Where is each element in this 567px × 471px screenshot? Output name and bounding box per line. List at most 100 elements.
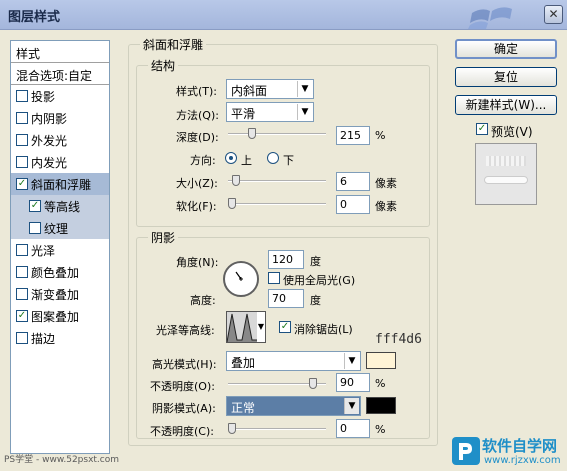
style-item[interactable]: 光泽 [11, 239, 109, 261]
global-light-checkbox[interactable] [268, 272, 280, 284]
title-bar: 图层样式 ✕ [0, 0, 567, 30]
style-item-label: 渐变叠加 [31, 287, 80, 302]
highlight-opacity-thumb[interactable] [309, 378, 317, 389]
depth-label: 深度(D): [176, 131, 219, 144]
technique-label: 方法(Q): [176, 109, 219, 122]
new-style-button[interactable]: 新建样式(W)... [455, 95, 557, 115]
shadow-opacity-input[interactable]: 0 [336, 419, 370, 438]
style-item-label: 图案叠加 [31, 309, 80, 324]
altitude-input[interactable]: 70 [268, 289, 304, 308]
ok-button[interactable]: 确定 [455, 39, 557, 59]
windows-logo-icon [468, 7, 512, 29]
style-item-label: 纹理 [44, 221, 69, 236]
chevron-down-icon: ▼ [344, 398, 359, 414]
style-item[interactable]: 颜色叠加 [11, 261, 109, 283]
direction-label: 方向: [190, 154, 216, 167]
style-item-label: 投影 [31, 89, 56, 104]
shadow-color-swatch[interactable] [366, 397, 396, 414]
style-item[interactable]: 外发光 [11, 129, 109, 151]
style-item-checkbox[interactable]: ✓ [29, 200, 41, 212]
depth-unit: % [375, 129, 386, 142]
depth-input[interactable]: 215 [336, 126, 370, 145]
chevron-down-icon: ▼ [297, 81, 312, 97]
dialog-body: 样式 混合选项:自定 投影 内阴影 外发光 内发光 ✓ 斜面和浮雕 ✓ 等高线 纹理 光泽 颜色叠加… [0, 30, 567, 471]
size-unit: 像素 [375, 177, 397, 190]
highlight-color-swatch[interactable] [366, 352, 396, 369]
soften-input[interactable]: 0 [336, 195, 370, 214]
technique-select[interactable]: 平滑 ▼ [226, 102, 314, 122]
soften-unit: 像素 [375, 200, 397, 213]
right-watermark-brand: 软件自学网 [482, 437, 558, 455]
style-item-checkbox[interactable] [16, 156, 28, 168]
shadow-mode-label: 阴影模式(A): [152, 402, 216, 415]
direction-down-radio[interactable] [267, 152, 279, 164]
altitude-unit: 度 [310, 294, 321, 307]
style-item[interactable]: ✓ 等高线 [11, 195, 109, 217]
style-item[interactable]: ✓ 斜面和浮雕 [11, 173, 109, 195]
gloss-contour-picker[interactable]: ▼ [226, 311, 266, 343]
preview-thumbnail [475, 143, 537, 205]
angle-unit: 度 [310, 255, 321, 268]
size-input[interactable]: 6 [336, 172, 370, 191]
shadow-mode-value: 正常 [231, 401, 256, 415]
size-slider-thumb[interactable] [232, 175, 240, 186]
highlight-opacity-input[interactable]: 90 [336, 373, 370, 392]
style-item[interactable]: ✓ 图案叠加 [11, 305, 109, 327]
left-watermark: PS学堂 - www.52psxt.com [4, 455, 120, 465]
style-item-checkbox[interactable] [16, 332, 28, 344]
style-item-checkbox[interactable] [16, 244, 28, 256]
style-item[interactable]: 内发光 [11, 151, 109, 173]
structure-title: 结构 [148, 57, 179, 74]
depth-slider-thumb[interactable] [248, 128, 256, 139]
style-item-checkbox[interactable] [16, 112, 28, 124]
shadow-opacity-slider[interactable] [228, 423, 326, 435]
direction-up-radio[interactable] [225, 152, 237, 164]
direction-up-label: 上 [241, 154, 252, 167]
style-item[interactable]: 描边 [11, 327, 109, 349]
highlight-opacity-label: 不透明度(O): [150, 380, 215, 393]
depth-slider[interactable] [228, 128, 326, 140]
angle-needle-icon [235, 271, 243, 281]
preview-checkbox[interactable]: ✓ [476, 123, 488, 135]
gloss-contour-label: 光泽等高线: [156, 324, 215, 337]
reset-button[interactable]: 复位 [455, 67, 557, 87]
highlight-mode-value: 叠加 [231, 356, 256, 370]
style-item[interactable]: 投影 [11, 85, 109, 107]
chevron-down-icon: ▼ [344, 353, 359, 369]
shading-title: 阴影 [148, 229, 179, 246]
highlight-mode-select[interactable]: 叠加 ▼ [226, 351, 361, 371]
style-item[interactable]: 纹理 [11, 217, 109, 239]
global-light-label: 使用全局光(G) [283, 274, 356, 287]
angle-dial[interactable] [223, 261, 259, 297]
style-item-checkbox[interactable] [16, 134, 28, 146]
chevron-down-icon: ▼ [257, 322, 264, 331]
blending-options-item[interactable]: 混合选项:自定 [11, 63, 109, 85]
style-item-label: 等高线 [44, 199, 81, 214]
style-item-checkbox[interactable] [16, 90, 28, 102]
style-item-checkbox[interactable]: ✓ [16, 178, 28, 190]
style-item-checkbox[interactable] [29, 222, 41, 234]
style-item-checkbox[interactable]: ✓ [16, 310, 28, 322]
styles-list: 样式 混合选项:自定 投影 内阴影 外发光 内发光 ✓ 斜面和浮雕 ✓ 等高线 纹理 光泽 颜色叠加… [10, 40, 110, 454]
soften-slider[interactable] [228, 198, 326, 210]
direction-down-label: 下 [283, 154, 294, 167]
style-item-checkbox[interactable] [16, 266, 28, 278]
close-button[interactable]: ✕ [544, 5, 563, 24]
angle-input[interactable]: 120 [268, 250, 304, 269]
style-item-checkbox[interactable] [16, 288, 28, 300]
highlight-opacity-slider[interactable] [228, 378, 326, 390]
shadow-mode-select[interactable]: 正常 ▼ [226, 396, 361, 416]
style-label: 样式(T): [176, 85, 218, 98]
technique-select-value: 平滑 [231, 107, 256, 121]
shadow-opacity-thumb[interactable] [228, 423, 236, 434]
style-item-label: 光泽 [31, 243, 56, 258]
style-item-label: 内阴影 [31, 111, 68, 126]
soften-slider-thumb[interactable] [228, 198, 236, 209]
style-item[interactable]: 内阴影 [11, 107, 109, 129]
styles-header[interactable]: 样式 [11, 41, 109, 63]
antialias-checkbox[interactable]: ✓ [279, 321, 291, 333]
style-select[interactable]: 内斜面 ▼ [226, 79, 314, 99]
style-item[interactable]: 渐变叠加 [11, 283, 109, 305]
size-slider[interactable] [228, 175, 326, 187]
style-item-label: 内发光 [31, 155, 68, 170]
